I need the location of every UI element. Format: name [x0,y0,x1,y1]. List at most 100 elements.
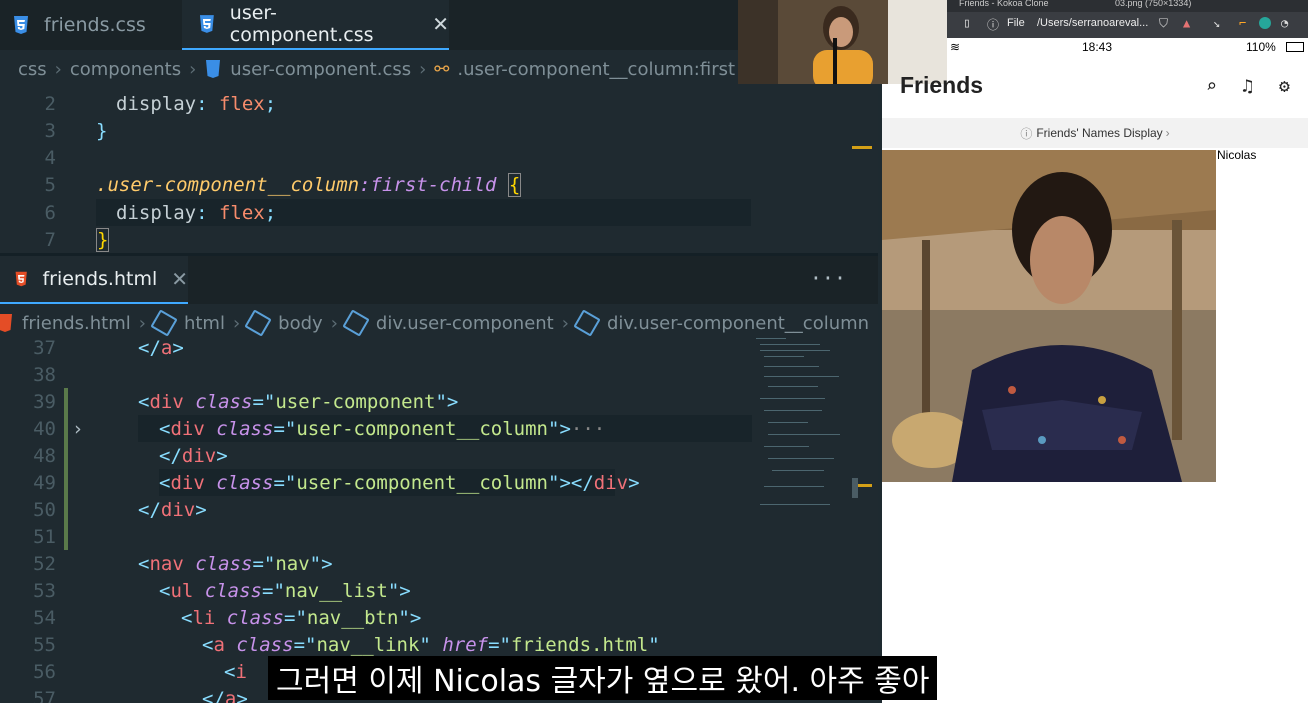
brace: { [507,172,522,197]
info-icon[interactable]: ⓘ [987,16,999,33]
code-line[interactable]: 49 <div class="user-component__column"></… [0,469,878,496]
minimap[interactable] [756,336,852,526]
line-number: 48 [33,444,56,467]
html-file-icon [0,314,12,332]
warning-icon[interactable]: ▲ [1183,16,1190,30]
element-icon [573,309,601,337]
code-line[interactable]: 6 display: flex; [0,199,878,226]
banner-text: Friends' Names Display [1036,126,1163,140]
code-line[interactable]: 40 › <div class="user-component__column">·… [0,415,878,442]
line-number: 57 [33,687,56,703]
line-number: 6 [44,201,56,224]
code-line[interactable]: 50 </div> [0,496,878,523]
breadcrumb-item[interactable]: html [184,313,225,334]
breadcrumb-item[interactable]: css [18,59,47,80]
extension-icon[interactable]: ↘ [1213,16,1220,30]
bookmark-icon[interactable]: ▯ [963,16,971,31]
line-number: 39 [33,390,56,413]
line-number: 54 [33,606,56,629]
banner[interactable]: ⓘ Friends' Names Display › [882,118,1308,148]
line-number: 55 [33,633,56,656]
browser-tab[interactable]: Friends - Kokoa Clone [959,0,1049,8]
breadcrumb-item[interactable]: components [70,59,181,80]
code-line[interactable]: 51 [0,523,878,550]
profile-icon[interactable]: ◔ [1281,16,1288,30]
line-number: 2 [44,92,56,115]
scroll-indicator [852,146,872,149]
tab-friends-css[interactable]: friends.css [12,0,182,50]
css-file-icon [14,16,28,34]
css-file-icon [206,60,221,78]
extension-icon[interactable]: ⌐ [1239,16,1246,30]
code-line[interactable]: 37 </a> [0,334,878,361]
element-icon [342,309,370,337]
close-icon[interactable]: ✕ [432,12,449,36]
html-file-icon [15,271,27,287]
phone-status-bar: ≋ 18:43 110% [882,38,1308,58]
page-title: Friends [900,72,984,98]
line-number: 37 [33,336,56,359]
extension-icon[interactable] [1259,17,1271,29]
code-line[interactable]: 54 <li class="nav__btn"> [0,604,878,631]
tab-friends-html[interactable]: friends.html ✕ [0,256,188,304]
scrollbar-thumb[interactable] [852,478,858,498]
status-time: 18:43 [1082,40,1113,54]
battery-icon [1286,42,1304,52]
breadcrumb-item[interactable]: .user-component__column:first [457,59,735,80]
breadcrumb-item[interactable]: friends.html [22,313,131,334]
music-icon[interactable]: ♫ [1242,76,1253,97]
shield-icon[interactable]: ⛉ [1159,16,1168,31]
fold-chevron-icon[interactable]: › [72,418,83,440]
editor-tab-bar: friends.html ✕ ··· [0,256,878,304]
css-file-icon [199,15,214,33]
tab-label: friends.html [42,268,158,290]
line-number: 3 [44,119,56,142]
symbol-icon: ⚯ [434,58,450,80]
code-editor: friends.css user-component.css ✕ css › co… [0,0,878,703]
more-actions-icon[interactable]: ··· [810,266,846,290]
friend-name: Nicolas [1217,148,1257,162]
css-pseudo: :first-child [359,173,497,196]
gear-icon[interactable]: ⚙ [1279,76,1290,97]
line-number: 53 [33,579,56,602]
avatar [882,150,1216,482]
file-label: File [1007,17,1025,29]
close-icon[interactable]: ✕ [171,267,188,291]
tab-label: friends.css [44,14,146,36]
search-icon[interactable]: ⌕ [1206,76,1217,97]
code-text: } [96,227,110,252]
css-selector: .user-component__column [96,173,360,196]
code-line[interactable]: 53 <ul class="nav__list"> [0,577,878,604]
line-number: 40 [33,417,56,440]
line-number: 52 [33,552,56,575]
line-number: 56 [33,660,56,683]
breadcrumb-item[interactable]: div.user-component [376,313,554,334]
browser-tab[interactable]: 03.png (750×1334) [1115,0,1191,8]
url-field[interactable]: /Users/serranoareval... [1037,17,1148,29]
code-line[interactable]: 4 [0,144,878,171]
code-line[interactable]: 52 <nav class="nav"> [0,550,878,577]
code-text: } [96,119,108,142]
code-line[interactable]: 39 <div class="user-component"> [0,388,878,415]
battery-percent: 110% [1246,40,1276,54]
tab-label: user-component.css [229,2,374,46]
breadcrumb-item[interactable]: body [278,313,323,334]
code-line[interactable]: 38 [0,361,878,388]
code-line[interactable]: 5 .user-component__column:first-child { [0,171,878,198]
code-line[interactable]: 48 </div> [0,442,878,469]
line-number: 7 [44,228,56,251]
line-number: 38 [33,363,56,386]
breadcrumb-item[interactable]: div.user-component__column [607,313,869,334]
breadcrumb-item[interactable]: user-component.css [230,59,411,80]
line-number: 50 [33,498,56,521]
line-number: 5 [44,173,56,196]
video-subtitle: 그러면 이제 Nicolas 글자가 옆으로 왔어. 아주 좋아 [268,656,938,700]
code-line[interactable]: 3 } [0,117,878,144]
code-line[interactable]: 55 <a class="nav__link" href="friends.htm… [0,631,878,658]
tab-user-component-css[interactable]: user-component.css ✕ [182,0,449,50]
browser-chrome: Friends - Kokoa Clone 03.png (750×1334) … [947,0,1308,38]
element-icon [150,309,178,337]
code-line[interactable]: 7 } [0,226,878,253]
code-line[interactable]: 2 display: flex; [0,90,878,117]
line-number: 49 [33,471,56,494]
